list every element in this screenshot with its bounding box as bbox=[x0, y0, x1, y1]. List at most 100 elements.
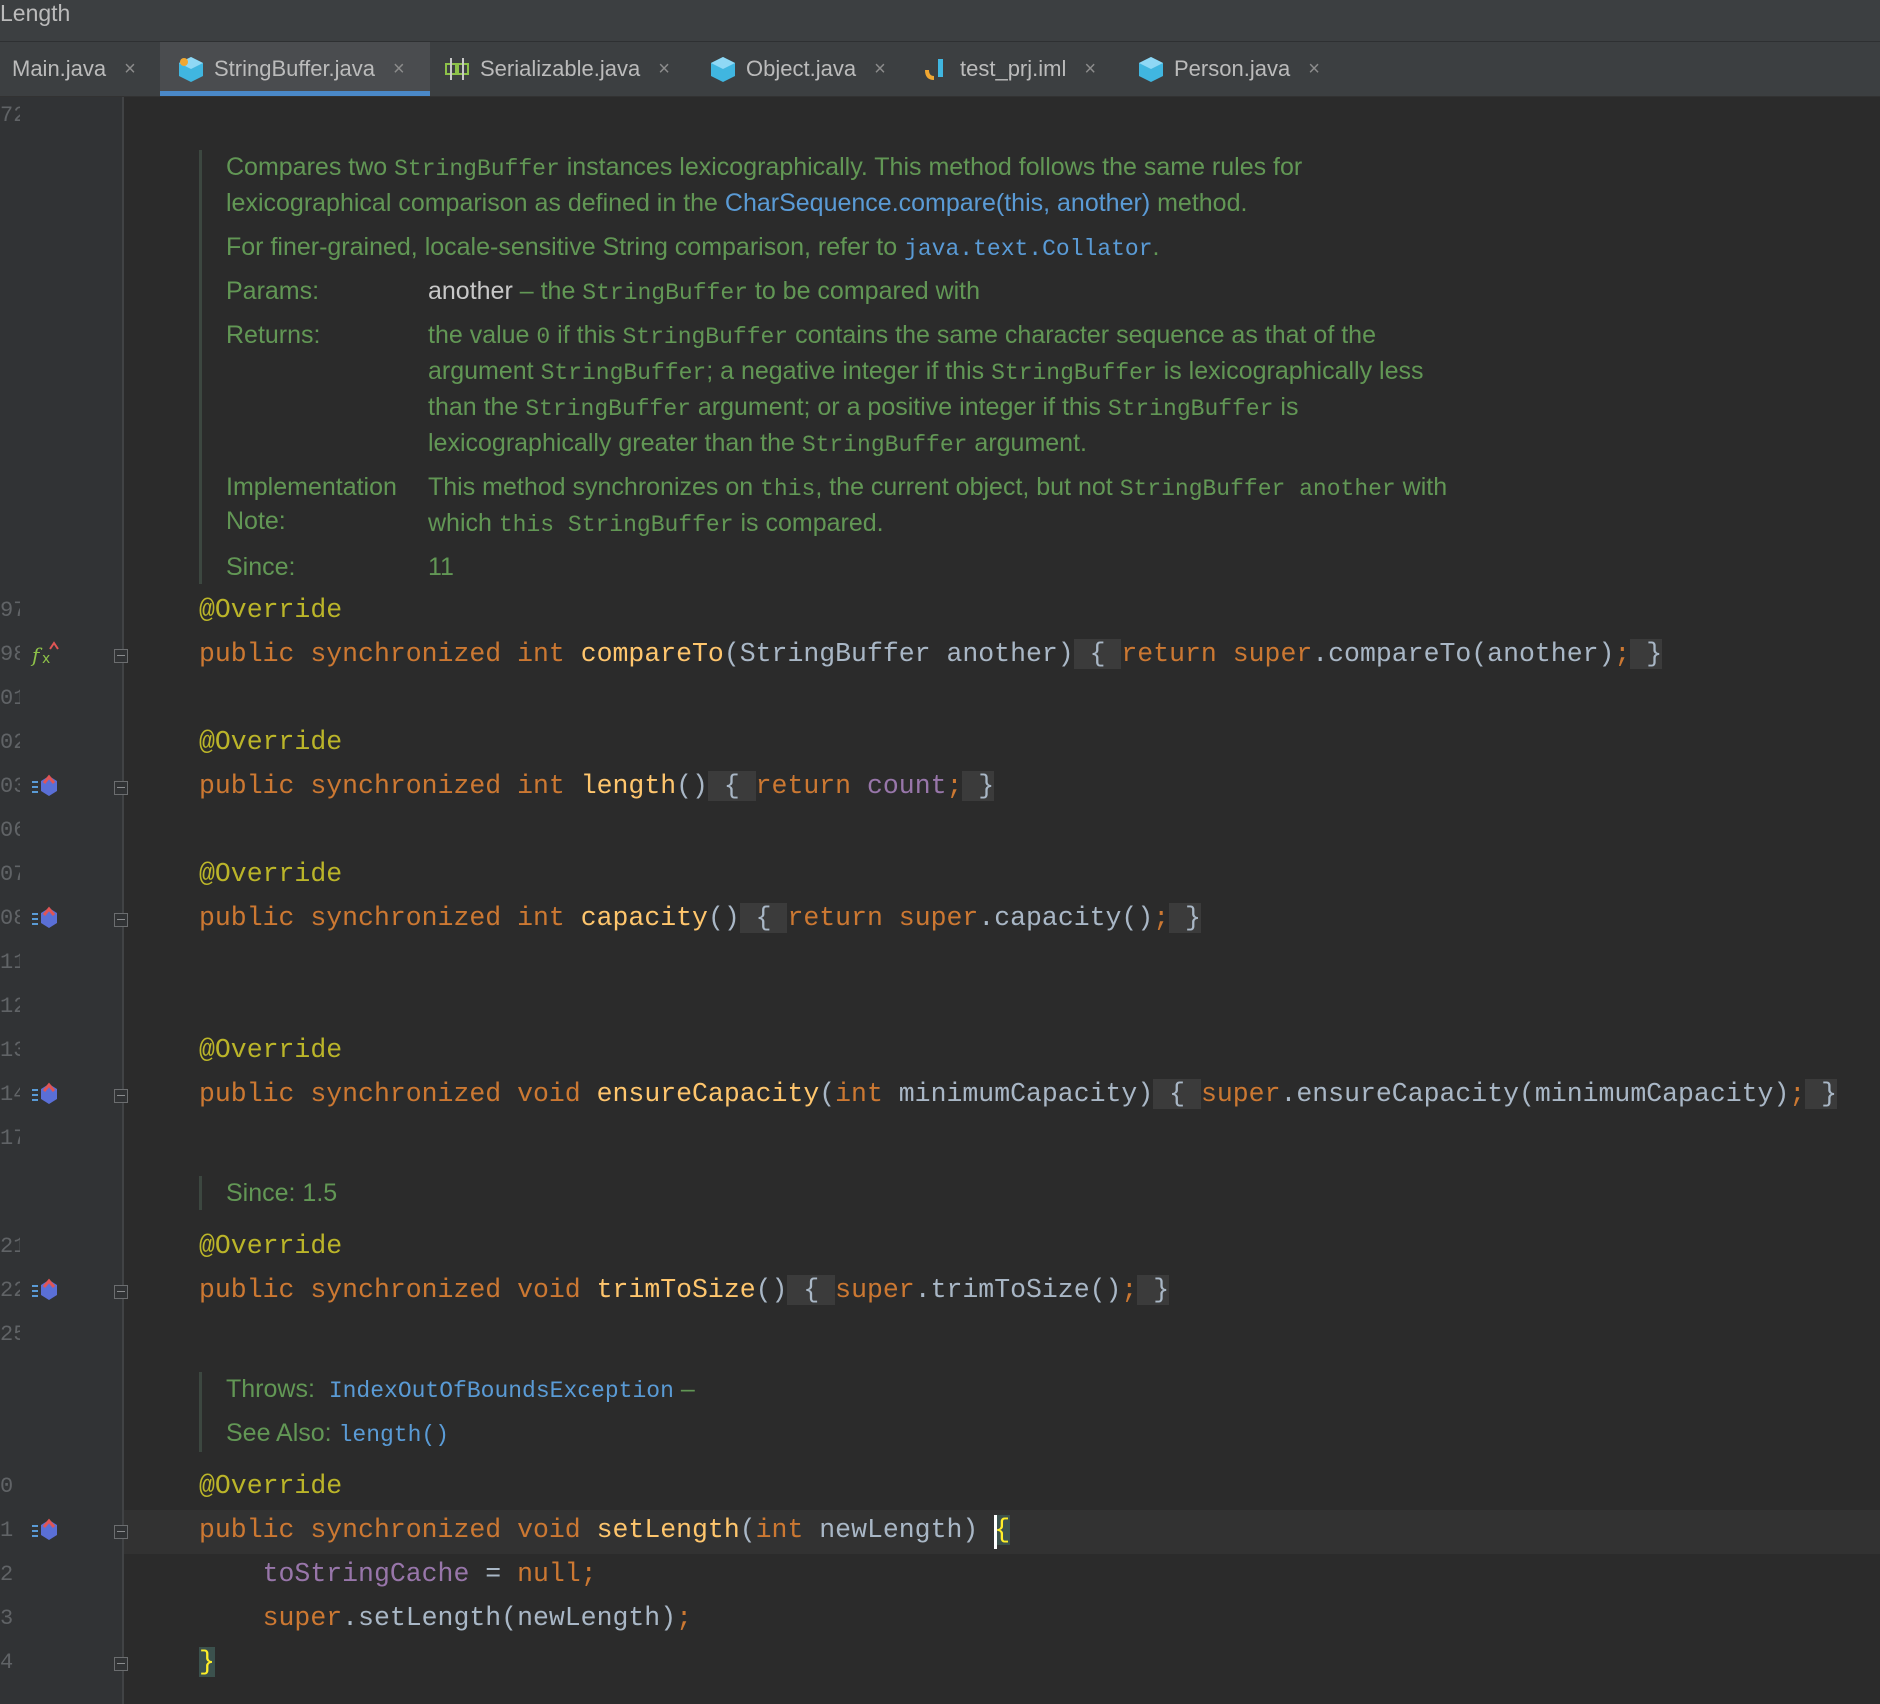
doc-code: this StringBuffer bbox=[498, 512, 734, 538]
doc-code: this bbox=[760, 476, 816, 502]
line-number: 14 bbox=[0, 1082, 20, 1107]
fold-toggle-icon[interactable] bbox=[114, 1525, 128, 1539]
semicolon: ; bbox=[580, 1559, 597, 1589]
rendered-javadoc-setlength[interactable]: Throws: IndexOutOfBoundsException – See … bbox=[199, 1372, 695, 1452]
implements-method-icon[interactable] bbox=[30, 905, 60, 931]
close-icon[interactable]: × bbox=[393, 58, 405, 81]
doc-text: method. bbox=[1150, 189, 1248, 217]
fold-toggle-icon[interactable] bbox=[114, 913, 128, 927]
code-line[interactable]: @Override bbox=[199, 725, 342, 759]
code-line[interactable]: @Override bbox=[199, 593, 342, 627]
doc-text: Implementation bbox=[226, 473, 397, 501]
doc-code: StringBuffer bbox=[540, 360, 707, 386]
code-line[interactable]: @Override bbox=[199, 1229, 342, 1263]
line-number: 2 bbox=[0, 1562, 14, 1587]
close-icon[interactable]: × bbox=[1084, 58, 1096, 81]
params: newLength) bbox=[803, 1515, 995, 1545]
code-line[interactable]: public synchronized int compareTo(String… bbox=[199, 637, 1663, 671]
implements-method-icon[interactable] bbox=[30, 1517, 60, 1543]
tab-test-prj-iml[interactable]: test_prj.iml × bbox=[924, 42, 1124, 96]
method-name: trimToSize bbox=[596, 1275, 756, 1305]
doc-tags-table: Params: another – the StringBuffer to be… bbox=[226, 274, 1466, 584]
impl-note-label: Implementation Note: bbox=[226, 470, 428, 550]
code-line[interactable]: public synchronized int length() { retur… bbox=[199, 769, 995, 803]
keyword: public bbox=[199, 639, 295, 669]
line-number: 13 bbox=[0, 1038, 20, 1063]
doc-code: StringBuffer bbox=[582, 280, 748, 306]
code-line[interactable]: @Override bbox=[199, 1469, 342, 1503]
line-number: 98 bbox=[0, 642, 20, 667]
code-line[interactable]: public synchronized void setLength(int n… bbox=[199, 1513, 1011, 1547]
close-icon[interactable]: × bbox=[124, 58, 136, 81]
line-number: 25 bbox=[0, 1322, 20, 1347]
annotation: @Override bbox=[199, 1035, 343, 1065]
field: toStringCache bbox=[262, 1559, 470, 1589]
folded-brace: } bbox=[1137, 1275, 1170, 1305]
semicolon: ; bbox=[1789, 1079, 1806, 1109]
doc-link[interactable]: length() bbox=[339, 1422, 449, 1448]
overriding-method-icon[interactable]: fx bbox=[30, 641, 60, 667]
tab-label: Person.java bbox=[1174, 56, 1291, 81]
line-number: 17 bbox=[0, 1126, 20, 1151]
folded-brace: } bbox=[1169, 903, 1201, 933]
implements-method-icon[interactable] bbox=[30, 1081, 60, 1107]
tab-main-java[interactable]: Main.java × bbox=[0, 42, 152, 96]
code-line[interactable]: super.setLength(newLength); bbox=[199, 1601, 692, 1635]
rendered-javadoc-trimtosize[interactable]: Since: 1.5 bbox=[199, 1176, 337, 1210]
close-icon[interactable]: × bbox=[1308, 58, 1320, 81]
fold-toggle-icon[interactable] bbox=[114, 1089, 128, 1103]
tab-label: Serializable.java bbox=[480, 56, 641, 81]
rendered-javadoc-compareto[interactable]: Compares two StringBuffer instances lexi… bbox=[199, 150, 1466, 584]
code-line[interactable]: @Override bbox=[199, 857, 342, 891]
doc-link[interactable]: IndexOutOfBoundsException bbox=[329, 1378, 674, 1404]
folded-brace: { bbox=[1153, 1079, 1201, 1109]
close-icon[interactable]: × bbox=[874, 58, 886, 81]
semicolon: ; bbox=[676, 1603, 693, 1633]
tab-person-java[interactable]: Person.java × bbox=[1138, 42, 1338, 96]
tab-serializable-java[interactable]: Serializable.java × bbox=[444, 42, 704, 96]
code-line[interactable]: public synchronized void ensureCapacity(… bbox=[199, 1077, 1838, 1111]
keyword: void bbox=[517, 1079, 581, 1109]
line-number: 07 bbox=[0, 862, 20, 887]
method-name: ensureCapacity bbox=[596, 1079, 820, 1109]
breadcrumb[interactable]: Length bbox=[0, 0, 70, 26]
line-number: 02 bbox=[0, 730, 20, 755]
operator: = bbox=[469, 1559, 518, 1589]
keyword: super bbox=[898, 903, 979, 933]
code-line[interactable]: toStringCache = null; bbox=[199, 1557, 597, 1591]
iml-file-icon bbox=[925, 59, 943, 80]
code-line[interactable]: public synchronized void trimToSize() { … bbox=[199, 1273, 1170, 1307]
close-icon[interactable]: × bbox=[658, 58, 670, 81]
editor-gutter[interactable] bbox=[0, 97, 122, 1704]
doc-text: is compared. bbox=[733, 509, 884, 537]
fold-toggle-icon[interactable] bbox=[114, 1285, 128, 1299]
tab-stringbuffer-java[interactable]: StringBuffer.java × bbox=[160, 42, 430, 96]
keyword: public bbox=[199, 903, 295, 933]
implements-method-icon[interactable] bbox=[30, 1277, 60, 1303]
tab-object-java[interactable]: Object.java × bbox=[710, 42, 910, 96]
java-class-icon bbox=[0, 56, 6, 82]
line-number: 4 bbox=[0, 1650, 14, 1675]
line-number: 72 bbox=[0, 103, 20, 128]
code-line[interactable]: public synchronized int capacity() { ret… bbox=[199, 901, 1201, 935]
tab-label: Object.java bbox=[746, 56, 857, 81]
code-line[interactable]: @Override bbox=[199, 1033, 342, 1067]
java-class-icon bbox=[1139, 57, 1163, 82]
keyword: super bbox=[835, 1275, 915, 1305]
keyword: int bbox=[755, 1515, 804, 1545]
implements-method-icon[interactable] bbox=[30, 773, 60, 799]
fold-toggle-icon[interactable] bbox=[114, 1657, 128, 1671]
doc-link[interactable]: java.text.Collator bbox=[904, 236, 1152, 262]
keyword: synchronized bbox=[310, 1515, 502, 1545]
fold-toggle-icon[interactable] bbox=[114, 649, 128, 663]
params: (StringBuffer another) bbox=[723, 639, 1074, 669]
doc-code: StringBuffer another bbox=[1119, 476, 1396, 502]
call: .compareTo(another) bbox=[1312, 639, 1615, 669]
code-line[interactable]: } bbox=[199, 1645, 215, 1679]
params: minimumCapacity) bbox=[882, 1079, 1154, 1109]
doc-link[interactable]: CharSequence.compare(this, another) bbox=[725, 189, 1150, 217]
fold-toggle-icon[interactable] bbox=[114, 781, 128, 795]
line-number: 11 bbox=[0, 950, 20, 975]
doc-code: StringBuffer bbox=[525, 396, 691, 422]
doc-text: This method synchronizes on bbox=[428, 473, 761, 501]
